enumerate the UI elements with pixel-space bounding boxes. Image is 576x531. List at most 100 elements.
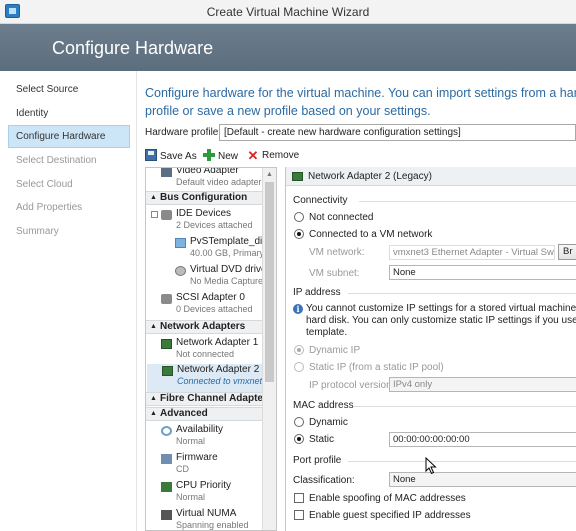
mac-static-radio[interactable] [294,434,304,444]
remove-button[interactable]: ✕ Remove [247,149,300,165]
hardware-profile-label: Hardware profile: [145,127,222,138]
plus-icon [203,149,215,161]
vm-network-label: VM network: [309,247,365,258]
nav-item-select-cloud: Select Cloud [16,179,73,190]
ip-info-text: You cannot customize IP settings for a s… [306,303,576,339]
hw-item-name: Virtual DVD drive [190,264,267,275]
classification-label: Classification: [293,475,355,486]
save-as-button[interactable]: Save As [145,149,197,165]
vm-network-field[interactable]: vmxnet3 Ethernet Adapter - Virtual Swit [389,245,555,260]
category-fibre-channel[interactable]: ▲ Fibre Channel Adapters [146,392,272,406]
dynamic-ip-radio [294,345,304,355]
mac-static-label[interactable]: Static [309,434,334,445]
connected-vm-network-radio[interactable] [294,229,304,239]
hardware-list[interactable]: Video Adapter Default video adapter ▲ Bus… [145,167,277,531]
hw-item-sub: Normal [176,492,206,502]
window-title: Create Virtual Machine Wizard [206,5,370,19]
nav-item-identity[interactable]: Identity [8,102,130,125]
category-network-adapters[interactable]: ▲ Network Adapters [146,320,263,334]
mac-dynamic-radio[interactable] [294,417,304,427]
vm-subnet-label: VM subnet: [309,268,360,279]
category-label: Fibre Channel Adapters [160,393,273,404]
title-bar: Create Virtual Machine Wizard [0,0,576,24]
detail-title: Network Adapter 2 (Legacy) [308,171,432,182]
hw-item-name: Video Adapter [176,167,239,176]
mac-dynamic-label[interactable]: Dynamic [309,417,348,428]
hw-item-sub: Normal [176,436,206,446]
page-title: Configure Hardware [52,38,214,58]
guest-ip-label[interactable]: Enable guest specified IP addresses [309,510,471,521]
page-banner: Configure Hardware [0,24,576,71]
numa-icon [161,510,172,520]
category-advanced[interactable]: ▲ Advanced [146,407,263,421]
detail-header: Network Adapter 2 (Legacy) [286,167,576,186]
hw-item-name: Availability [176,424,224,435]
browse-button[interactable]: Br [558,244,576,260]
category-label: Network Adapters [160,321,246,332]
list-item-scsi-adapter[interactable]: SCSI Adapter 0 0 Devices attached [146,292,263,318]
hw-item-sub: No Media Captured [190,276,269,286]
list-item-video-adapter[interactable]: Video Adapter Default video adapter [146,167,263,191]
divider [348,293,576,294]
classification-select[interactable]: None [389,472,576,487]
list-item-virtual-disk[interactable]: PvSTemplate_di... 40.00 GB, Primary [146,236,271,262]
connected-vm-network-label[interactable]: Connected to a VM network [309,229,432,240]
nav-item-select-source[interactable]: Select Source [8,78,130,101]
expander-icon[interactable] [151,211,158,218]
list-item-firmware[interactable]: Firmware CD [146,452,263,478]
save-icon [145,149,157,161]
hw-item-name: Virtual NUMA [176,508,237,519]
static-ip-radio [294,362,304,372]
main-panel: Configure hardware for the virtual machi… [137,71,576,531]
category-label: Advanced [160,408,208,419]
hardware-profile-select[interactable]: [Default - create new hardware configura… [219,124,576,141]
hw-item-sub: Default video adapter [176,177,262,187]
hw-item-sub: 40.00 GB, Primary [190,248,265,258]
hw-item-sub: 0 Devices attached [176,304,253,314]
hw-item-name: SCSI Adapter 0 [176,292,245,303]
hw-item-name: Firmware [176,452,218,463]
list-item-virtual-numa[interactable]: Virtual NUMA Spanning enabled [146,508,263,530]
collapse-arrow-icon: ▲ [150,194,157,201]
nav-item-configure-hardware[interactable]: Configure Hardware [8,125,130,148]
nav-item-summary: Summary [16,226,59,237]
list-item-cpu-priority[interactable]: CPU Priority Normal [146,480,263,506]
category-bus-configuration[interactable]: ▲ Bus Configuration [146,191,263,205]
divider [359,201,576,202]
static-ip-label: Static IP (from a static IP pool) [309,362,444,373]
list-item-network-adapter-2[interactable]: Network Adapter 2 ... Connected to vmxne… [147,364,270,392]
splitter[interactable] [277,167,285,531]
wizard-nav: Select Source Identity Configure Hardwar… [0,71,137,531]
scrollbar-thumb[interactable] [265,182,274,382]
mac-static-field[interactable]: 00:00:00:00:00:00 [389,432,576,447]
list-item-availability[interactable]: Availability Normal [146,424,263,450]
scroll-up-icon[interactable]: ▲ [266,171,273,178]
hw-item-name: Network Adapter 1 [176,337,259,348]
divider [348,461,576,462]
spoofing-label[interactable]: Enable spoofing of MAC addresses [309,493,466,504]
hardware-list-scrollbar[interactable]: ▲ [262,168,276,530]
nav-item-select-destination: Select Destination [16,155,97,166]
intro-text: Configure hardware for the virtual machi… [145,84,576,120]
list-item-dvd-drive[interactable]: Virtual DVD drive No Media Captured [146,264,268,290]
not-connected-label[interactable]: Not connected [309,212,374,223]
guest-ip-checkbox[interactable] [294,510,304,520]
not-connected-radio[interactable] [294,212,304,222]
list-item-network-adapter-1[interactable]: Network Adapter 1 Not connected [146,337,263,363]
vm-subnet-select[interactable]: None [389,265,576,280]
new-button[interactable]: New [203,149,238,165]
collapse-arrow-icon: ▲ [150,395,157,402]
ip-info-line-1: You cannot customize IP settings for a s… [306,303,576,314]
mac-address-heading: MAC address [293,400,354,411]
availability-icon [161,426,172,436]
video-adapter-icon [161,168,172,177]
dvd-icon [175,266,186,276]
network-adapter-icon [292,172,303,181]
network-adapter-icon [162,366,173,376]
list-item-ide-devices[interactable]: IDE Devices 2 Devices attached [146,208,263,234]
hw-item-sub: Not connected [176,349,235,359]
category-label: Bus Configuration [160,192,248,203]
spoofing-checkbox[interactable] [294,493,304,503]
collapse-arrow-icon: ▲ [150,323,157,330]
port-profile-heading: Port profile [293,455,342,466]
